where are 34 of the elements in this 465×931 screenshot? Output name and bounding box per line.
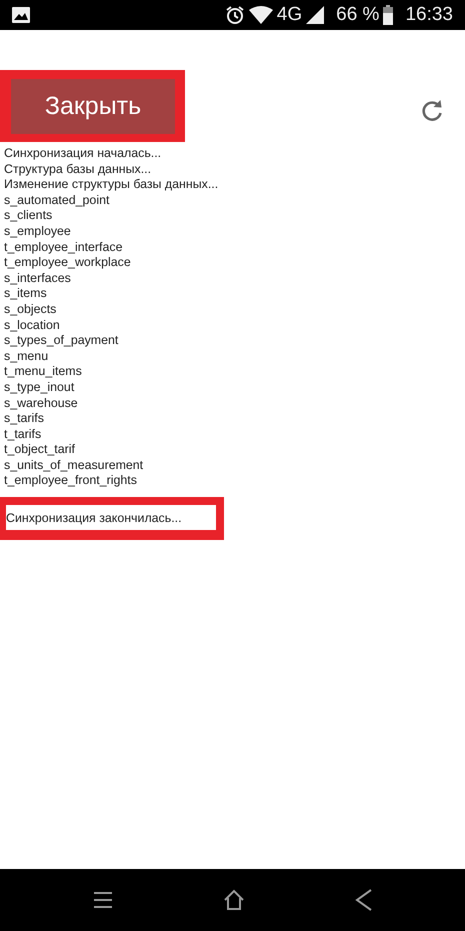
log-line: s_interfaces (3, 270, 72, 286)
log-line: s_employee (3, 224, 72, 240)
log-line: s_type_inout (3, 380, 76, 396)
log-line: s_automated_point (3, 192, 110, 208)
log-line: s_clients (3, 208, 54, 224)
log-line: Изменение структуры базы данных... (3, 177, 220, 193)
log-line: t_object_tarif (3, 442, 76, 458)
battery-icon (383, 5, 394, 25)
log-line: Структура базы данных... (3, 162, 152, 178)
clock: 16:33 (405, 2, 453, 27)
signal-icon (306, 6, 324, 24)
log-line: t_employee_workplace (3, 255, 132, 271)
log-line: t_employee_interface (3, 240, 124, 256)
log-line: s_tarifs (3, 411, 45, 427)
menu-icon[interactable] (92, 890, 112, 910)
log-line: s_units_of_measurement (3, 458, 144, 474)
log-line: s_objects (3, 302, 58, 318)
log-line: t_menu_items (3, 364, 83, 380)
back-icon[interactable] (354, 888, 372, 912)
log-line: t_tarifs (3, 426, 42, 442)
close-button[interactable]: Закрыть (11, 79, 175, 134)
log-line: s_items (3, 286, 48, 302)
alarm-icon (224, 5, 245, 25)
log-line: s_types_of_payment (3, 333, 120, 349)
battery-percent: 66 % (336, 2, 380, 27)
log-line: Синхронизация началась... (3, 146, 162, 162)
log-line: s_warehouse (3, 396, 79, 412)
wifi-icon (248, 6, 273, 24)
network-type: 4G (276, 2, 302, 27)
log-line: t_employee_front_rights (3, 473, 138, 490)
home-icon[interactable] (222, 889, 244, 911)
log-line: s_menu (3, 348, 50, 364)
image-icon (12, 7, 30, 23)
log-line: s_location (3, 318, 61, 334)
